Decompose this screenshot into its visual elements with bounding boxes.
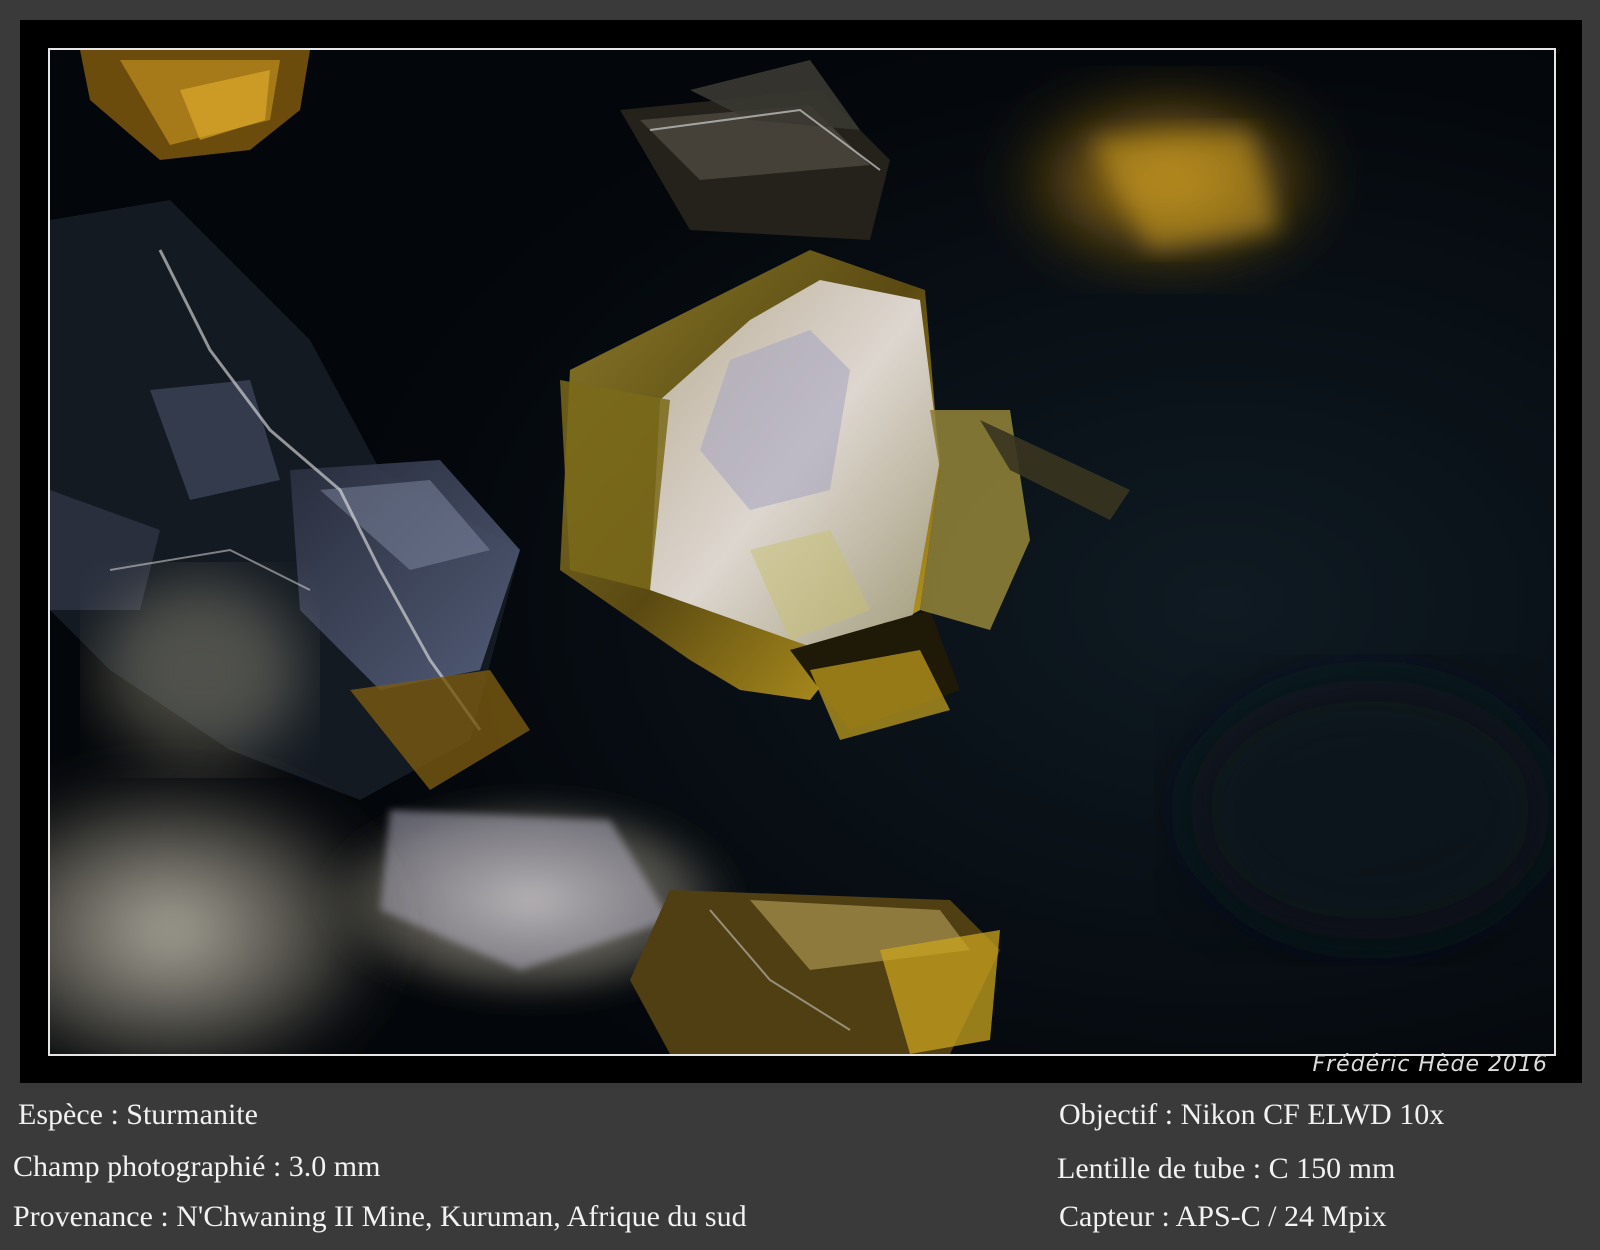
caption-field: Champ photographié : 3.0 mm (13, 1150, 381, 1183)
mineral-photo (48, 48, 1556, 1056)
photographer-signature: Frédéric Hède 2016 (1312, 1052, 1548, 1077)
caption-objective: Objectif : Nikon CF ELWD 10x (1059, 1098, 1445, 1131)
caption-species: Espèce : Sturmanite (18, 1098, 258, 1131)
caption-origin: Provenance : N'Chwaning II Mine, Kuruman… (13, 1200, 747, 1233)
caption-tube-lens: Lentille de tube : C 150 mm (1057, 1152, 1396, 1185)
photo-panel: Frédéric Hède 2016 (20, 20, 1582, 1083)
caption-sensor: Capteur : APS-C / 24 Mpix (1059, 1200, 1387, 1233)
